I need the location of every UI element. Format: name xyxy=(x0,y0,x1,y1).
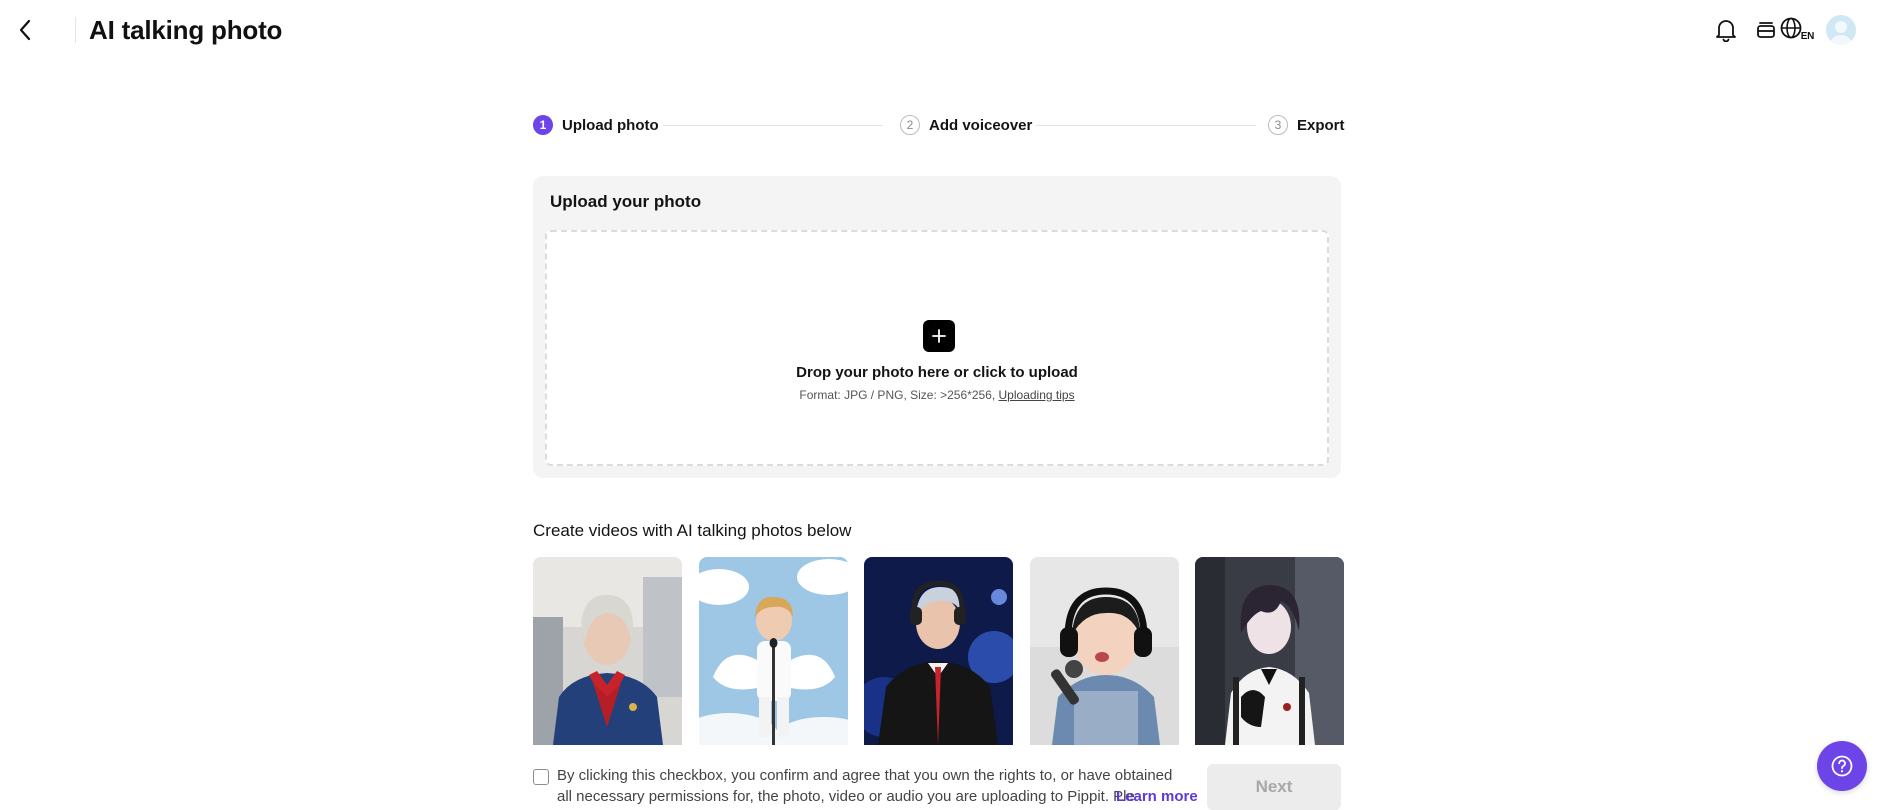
chevron-left-icon xyxy=(19,19,31,41)
upload-title: Upload your photo xyxy=(550,192,702,211)
uploading-tips-link[interactable]: Uploading tips xyxy=(999,388,1075,402)
top-header: AI talking photo EN xyxy=(0,0,1882,60)
example-angel-child[interactable] xyxy=(699,557,848,745)
consent-checkbox[interactable] xyxy=(533,769,549,785)
learn-more-link[interactable]: Learn more xyxy=(1116,786,1198,807)
header-divider xyxy=(75,17,76,43)
angel-child-image xyxy=(699,557,848,745)
photo-dropzone[interactable]: Drop your photo here or click to upload … xyxy=(545,230,1329,466)
step-label: Upload photo xyxy=(562,116,659,134)
step-number: 1 xyxy=(533,115,553,135)
step-upload-photo: 1 Upload photo xyxy=(533,114,659,136)
dj-man-image xyxy=(864,557,1013,745)
language-code: EN xyxy=(1800,31,1815,42)
consent-text: By clicking this checkbox, you confirm a… xyxy=(557,767,1173,805)
example-flight-attendant[interactable] xyxy=(533,557,682,745)
step-label: Add voiceover xyxy=(929,116,1033,134)
step-number: 3 xyxy=(1268,115,1288,135)
step-connector xyxy=(1036,125,1256,126)
step-export: 3 Export xyxy=(1268,114,1345,136)
drop-instructions: Drop your photo here or click to upload xyxy=(796,364,1078,381)
baby-singer-image xyxy=(1030,557,1179,745)
step-number: 2 xyxy=(900,115,920,135)
step-add-voiceover: 2 Add voiceover xyxy=(900,114,1032,136)
example-anime-boy[interactable] xyxy=(1195,557,1344,745)
example-dj-man[interactable] xyxy=(864,557,1013,745)
anime-boy-image xyxy=(1195,557,1344,745)
user-avatar[interactable] xyxy=(1826,15,1856,45)
stack-icon xyxy=(1757,22,1775,38)
example-baby-singer[interactable] xyxy=(1030,557,1179,745)
flight-attendant-image xyxy=(533,557,682,745)
examples-title: Create videos with AI talking photos bel… xyxy=(533,521,852,540)
help-button[interactable] xyxy=(1817,741,1867,791)
page-title: AI talking photo xyxy=(89,15,283,45)
plus-icon xyxy=(932,329,946,343)
step-connector xyxy=(663,125,883,126)
back-button[interactable] xyxy=(12,16,38,44)
progress-stepper: 1 Upload photo 2 Add voiceover 3 Export xyxy=(533,114,1345,136)
upload-button[interactable] xyxy=(923,320,955,352)
notifications-button[interactable] xyxy=(1712,16,1740,44)
format-text: Format: JPG / PNG, Size: >256*256, xyxy=(799,388,996,402)
language-button[interactable]: EN xyxy=(1780,16,1814,44)
user-avatar-icon xyxy=(1830,21,1852,45)
next-button[interactable]: Next xyxy=(1207,764,1341,810)
bell-icon xyxy=(1716,20,1736,42)
format-info: Format: JPG / PNG, Size: >256*256, Uploa… xyxy=(547,388,1327,402)
examples-gallery xyxy=(533,557,1344,745)
queue-button[interactable] xyxy=(1752,16,1780,44)
upload-card: Upload your photo Drop your photo here o… xyxy=(533,176,1341,478)
step-label: Export xyxy=(1297,116,1345,134)
question-icon xyxy=(1831,755,1853,777)
